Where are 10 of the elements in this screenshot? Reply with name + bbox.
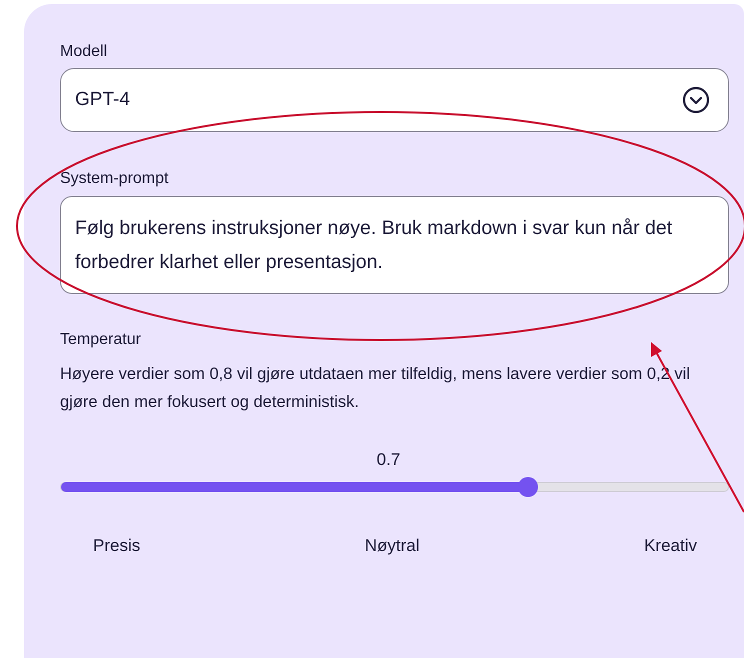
scale-label: Nøytral xyxy=(364,536,420,556)
scale-label: Presis xyxy=(93,536,140,556)
select-value: GPT-4 xyxy=(75,88,130,112)
system-prompt-field[interactable]: Følg brukerens instruksjoner nøye. Bruk markdown i svar kun når det forbedrer klarhet eller presentasjon. xyxy=(60,196,729,294)
field-label: Modell xyxy=(60,42,108,62)
scale-label: Kreativ xyxy=(644,536,697,556)
model-select[interactable]: GPT-4 xyxy=(60,68,729,132)
slider-reading: 0.7 xyxy=(376,450,400,470)
field-label: Temperatur xyxy=(60,330,141,350)
field-label: System-prompt xyxy=(60,169,168,189)
